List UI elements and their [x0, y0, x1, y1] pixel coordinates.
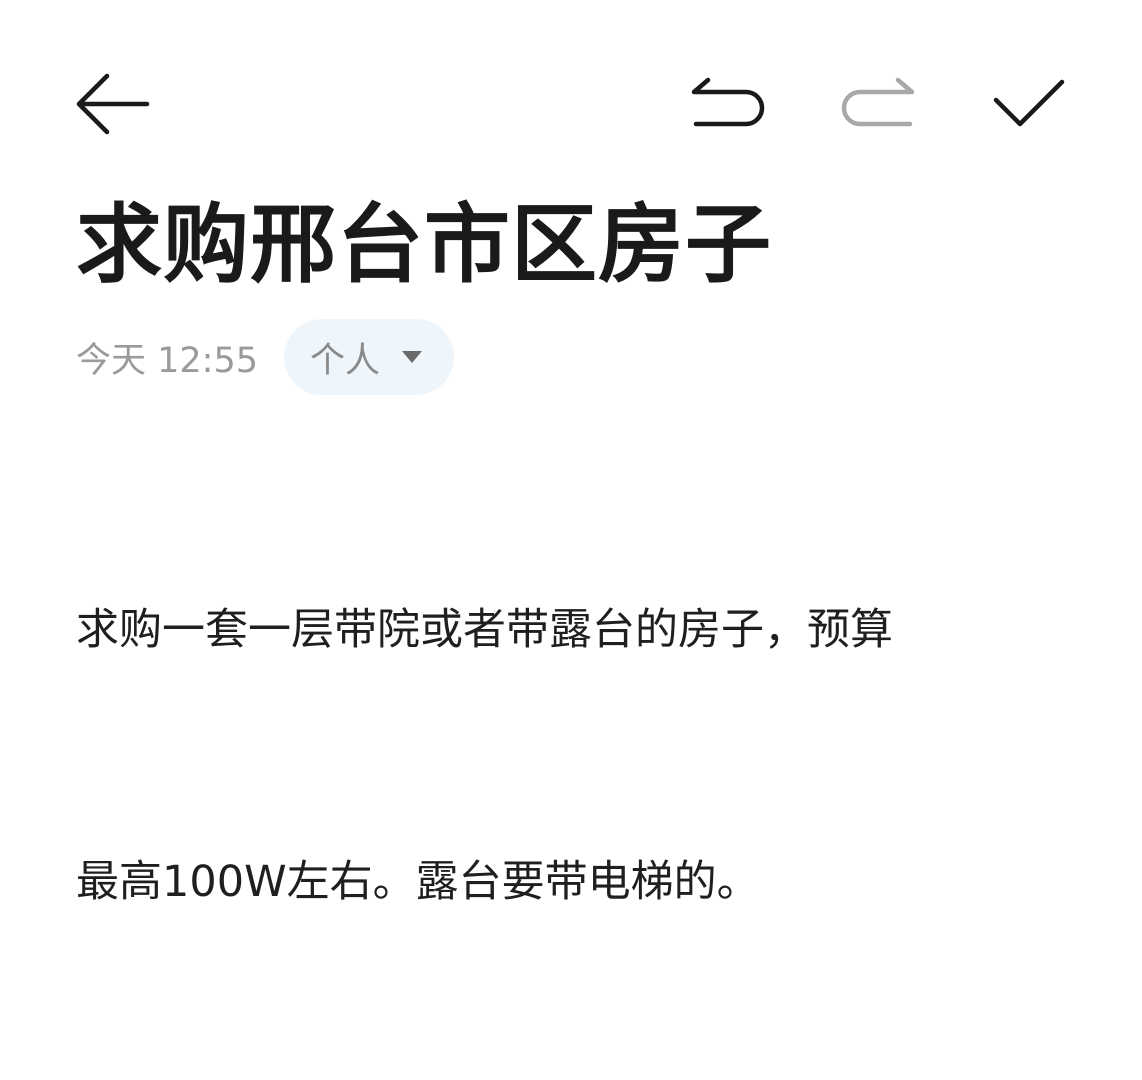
folder-label: 个人	[310, 340, 381, 381]
note-body-line: 求购一套一层带院或者带露台的房子，预算	[76, 605, 893, 655]
redo-button[interactable]	[833, 59, 923, 149]
note-timestamp: 今天 12:55	[76, 340, 258, 381]
note-body[interactable]: 求购一套一层带院或者带露台的房子，预算 最高100W左右。露台要带电梯的。	[76, 420, 1066, 1008]
editor-toolbar	[0, 0, 1142, 180]
undo-button[interactable]	[683, 59, 773, 149]
triangle-down-icon	[400, 349, 424, 365]
note-meta: 今天 12:55 个人	[76, 318, 455, 396]
undo-icon	[691, 77, 765, 127]
note-title[interactable]: 求购邢台市区房子	[76, 190, 1076, 300]
done-button[interactable]	[983, 59, 1073, 149]
checkmark-icon	[993, 79, 1065, 127]
note-body-line: 最高100W左右。露台要带电梯的。	[76, 857, 760, 907]
redo-icon	[841, 77, 915, 127]
arrow-left-icon	[76, 73, 150, 135]
folder-selector[interactable]: 个人	[284, 319, 455, 395]
back-button[interactable]	[68, 59, 158, 149]
